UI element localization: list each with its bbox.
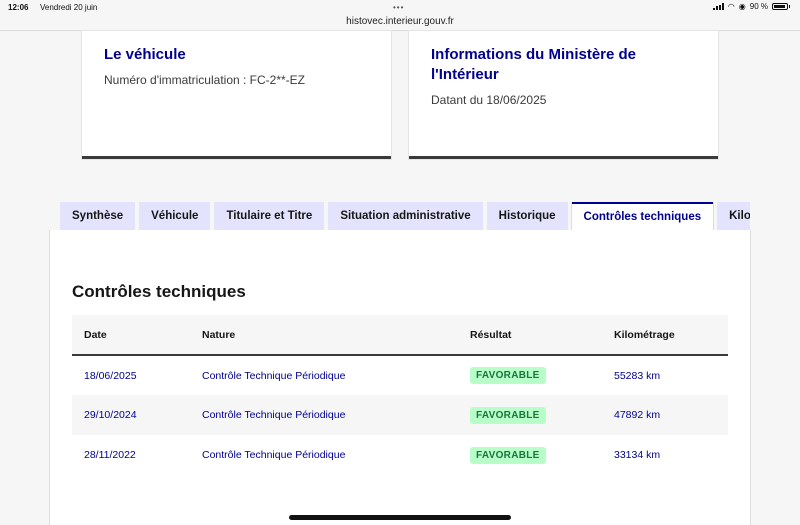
ministry-card: Informations du Ministère de l'Intérieur…	[409, 31, 718, 159]
status-indicators: ◠ ◉ 90 %	[712, 2, 790, 11]
row-date: 29/10/2024	[84, 409, 137, 421]
tab-controles-techniques[interactable]: Contrôles techniques	[571, 202, 714, 230]
column-nature: Nature	[202, 328, 236, 341]
wifi-icon: ◠	[727, 2, 735, 11]
tab-synthese[interactable]: Synthèse	[60, 202, 136, 230]
tab-bar: Synthèse Véhicule Titulaire et Titre Sit…	[60, 202, 750, 230]
battery-percent: 90 %	[749, 2, 768, 11]
section-title: Contrôles techniques	[72, 282, 246, 301]
result-badge: FAVORABLE	[470, 367, 546, 384]
row-km: 33134 km	[614, 449, 661, 461]
ministry-card-date: Datant du 18/06/2025	[431, 93, 547, 107]
signal-icon	[712, 3, 724, 10]
row-nature: Contrôle Technique Périodique	[202, 409, 346, 421]
home-indicator[interactable]	[289, 515, 511, 520]
row-km: 55283 km	[614, 369, 661, 382]
column-date: Date	[84, 328, 107, 341]
row-date: 18/06/2025	[84, 369, 137, 382]
row-date: 28/11/2022	[84, 449, 136, 461]
tab-situation-administrative[interactable]: Situation administrative	[328, 202, 483, 230]
tab-historique[interactable]: Historique	[486, 202, 568, 230]
row-nature: Contrôle Technique Périodique	[202, 369, 346, 382]
column-result: Résultat	[470, 328, 512, 341]
tab-panel-controles: Contrôles techniques Date Nature Résulta…	[49, 230, 751, 525]
status-time: 12:06	[8, 3, 29, 12]
more-dots-icon[interactable]: •••	[393, 3, 404, 12]
vehicle-card-title: Le véhicule	[104, 46, 186, 63]
vehicle-card: Le véhicule Numéro d'immatriculation : F…	[82, 31, 391, 159]
url-bar[interactable]: histovec.interieur.gouv.fr	[0, 16, 800, 27]
table-row: 29/10/2024 Contrôle Technique Périodique…	[72, 395, 728, 435]
tab-vehicule[interactable]: Véhicule	[139, 202, 211, 230]
column-km: Kilométrage	[614, 328, 675, 341]
ministry-card-title: Informations du Ministère de l'Intérieur	[431, 46, 637, 83]
battery-icon	[772, 3, 788, 10]
result-badge: FAVORABLE	[470, 446, 546, 464]
status-bar: 12:06 Vendredi 20 juin ••• ◠ ◉ 90 %	[0, 0, 800, 14]
table-row: 18/06/2025 Contrôle Technique Périodique…	[72, 355, 728, 395]
row-km: 47892 km	[614, 409, 661, 421]
tab-kilometrage[interactable]: Kilo	[717, 202, 750, 230]
page-content: Le véhicule Numéro d'immatriculation : F…	[0, 30, 800, 525]
table-row: 28/11/2022 Contrôle Technique Périodique…	[72, 435, 728, 475]
controls-table: Date Nature Résultat Kilométrage 18/06/2…	[72, 315, 728, 475]
table-header: Date Nature Résultat Kilométrage	[72, 315, 728, 355]
tab-titulaire-titre[interactable]: Titulaire et Titre	[214, 202, 325, 230]
vehicle-card-plate: Numéro d'immatriculation : FC-2**-EZ	[104, 73, 306, 87]
status-date: Vendredi 20 juin	[40, 3, 98, 12]
location-icon: ◉	[738, 2, 746, 11]
row-nature: Contrôle Technique Périodique	[202, 449, 346, 461]
result-badge: FAVORABLE	[470, 406, 546, 424]
